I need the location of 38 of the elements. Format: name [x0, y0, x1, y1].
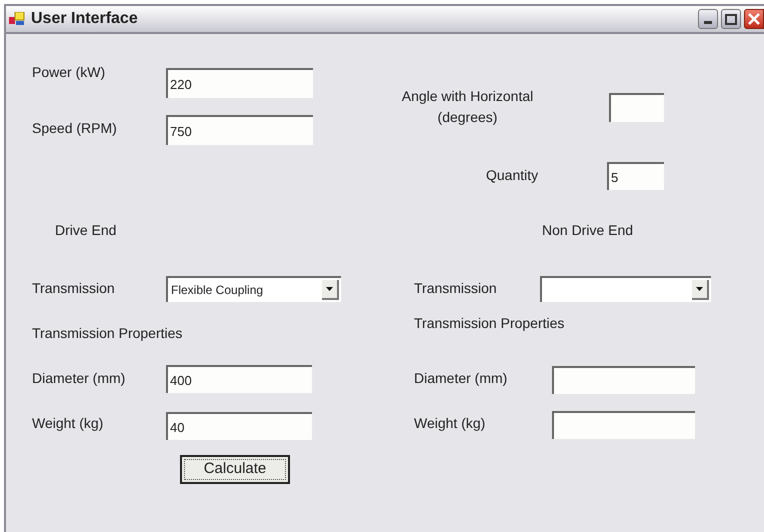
field-label: Power (kW) [32, 63, 106, 81]
field-label: Quantity [486, 166, 538, 184]
input-field[interactable]: 400 [166, 365, 312, 393]
input-field[interactable]: 40 [166, 412, 312, 440]
maximize-icon [725, 14, 737, 24]
dropdown-arrow-button[interactable] [322, 280, 339, 300]
section-heading: Non Drive End [542, 221, 634, 239]
field-label: Speed (RPM) [32, 119, 117, 137]
minimize-icon [704, 21, 712, 24]
field-label: Transmission [32, 279, 115, 297]
section-heading: Transmission Properties [414, 314, 564, 332]
close-button[interactable] [744, 9, 764, 29]
dropdown[interactable] [540, 276, 711, 302]
field-label: Transmission [414, 279, 497, 297]
section-heading: Drive End [55, 221, 116, 239]
input-field[interactable]: 750 [166, 115, 313, 145]
maximize-button[interactable] [721, 9, 741, 29]
input-field[interactable] [609, 93, 664, 122]
field-label: Weight (kg) [32, 414, 104, 432]
caret-icon [696, 287, 703, 291]
input-field[interactable]: 220 [166, 68, 313, 98]
window-title: User Interface [31, 9, 138, 29]
close-icon [748, 13, 760, 25]
calculate-button[interactable]: Calculate [180, 455, 290, 484]
field-label: (degrees) [436, 108, 498, 126]
app-icon [9, 12, 25, 26]
dropdown[interactable]: Flexible Coupling [166, 276, 341, 302]
caret-icon [326, 287, 333, 291]
field-label: Diameter (mm) [32, 369, 126, 387]
field-label: Weight (kg) [414, 414, 486, 432]
field-label: Angle with Horizontal [400, 87, 534, 105]
dropdown-arrow-button[interactable] [692, 280, 709, 300]
section-heading: Transmission Properties [32, 324, 182, 342]
input-field[interactable] [552, 366, 695, 394]
input-field[interactable] [552, 411, 695, 439]
minimize-button[interactable] [698, 9, 718, 29]
input-field[interactable]: 5 [607, 162, 664, 190]
field-label: Diameter (mm) [414, 369, 508, 387]
